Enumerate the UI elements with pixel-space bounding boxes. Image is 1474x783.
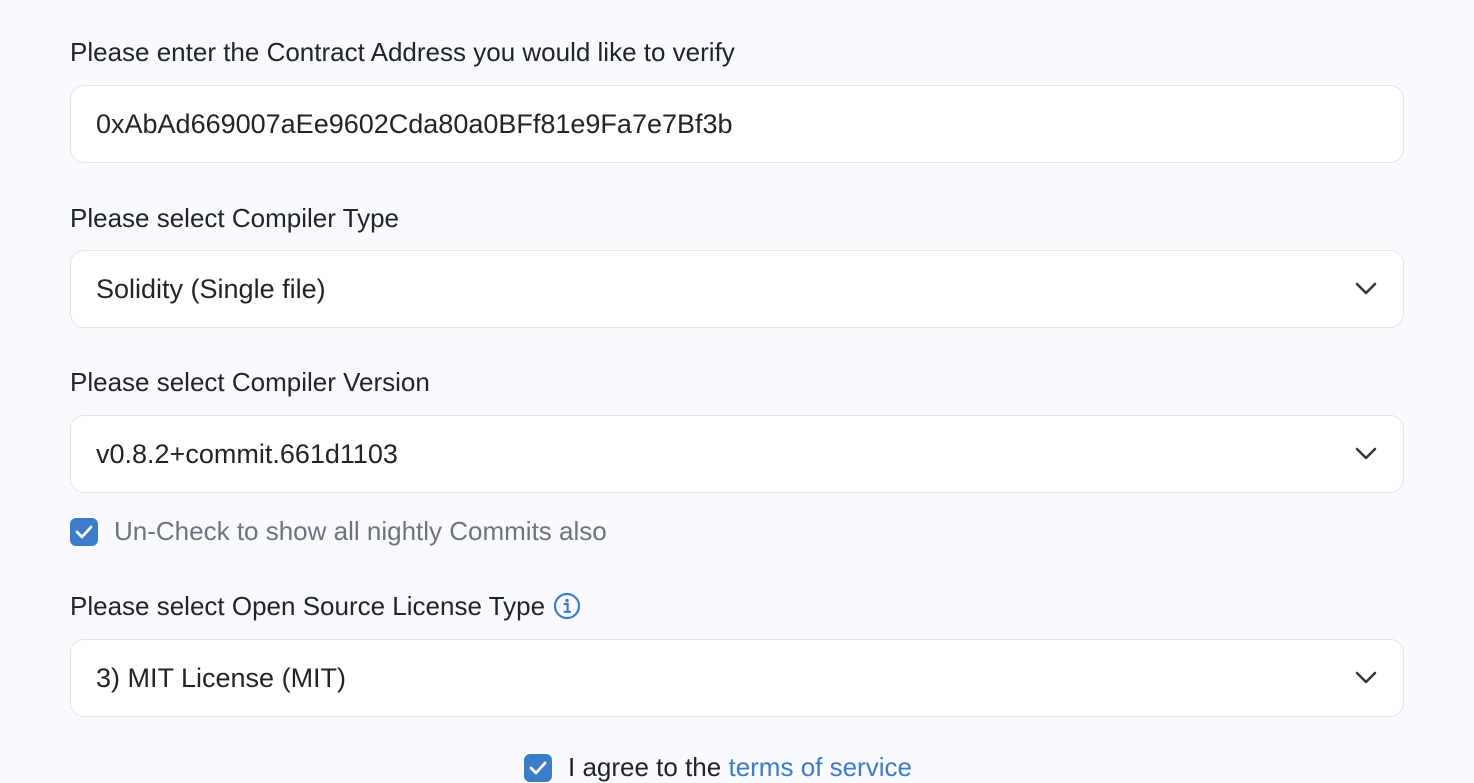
nightly-commits-checkbox-row[interactable]: Un-Check to show all nightly Commits als…	[70, 516, 607, 547]
terms-of-service-link[interactable]: terms of service	[728, 752, 912, 783]
nightly-commits-checkbox[interactable]	[70, 517, 98, 546]
terms-checkbox[interactable]	[524, 753, 552, 782]
contract-address-input[interactable]: 0xAbAd669007aEe9602Cda80a0BFf81e9Fa7e7Bf…	[70, 85, 1404, 163]
license-type-label: Please select Open Source License Type	[70, 590, 581, 622]
compiler-version-selected: v0.8.2+commit.661d1103	[96, 438, 398, 469]
terms-checkbox-row[interactable]: I agree to the terms of service	[524, 752, 912, 783]
check-icon	[529, 761, 547, 774]
chevron-down-icon	[1355, 667, 1377, 689]
license-type-select[interactable]: 3) MIT License (MIT)	[70, 639, 1404, 717]
contract-address-value: 0xAbAd669007aEe9602Cda80a0BFf81e9Fa7e7Bf…	[96, 108, 733, 139]
terms-prefix: I agree to the	[568, 752, 722, 782]
license-type-selected: 3) MIT License (MIT)	[96, 662, 347, 693]
compiler-type-label: Please select Compiler Type	[70, 203, 400, 233]
check-icon	[75, 525, 93, 538]
chevron-down-icon	[1355, 443, 1377, 465]
compiler-type-select[interactable]: Solidity (Single file)	[70, 250, 1404, 328]
nightly-commits-label: Un-Check to show all nightly Commits als…	[114, 516, 607, 546]
info-icon[interactable]	[553, 592, 581, 620]
compiler-type-selected: Solidity (Single file)	[96, 273, 326, 304]
contract-address-label: Please enter the Contract Address you wo…	[70, 37, 735, 67]
chevron-down-icon	[1355, 278, 1377, 300]
compiler-version-select[interactable]: v0.8.2+commit.661d1103	[70, 415, 1404, 493]
compiler-version-label: Please select Compiler Version	[70, 367, 430, 397]
